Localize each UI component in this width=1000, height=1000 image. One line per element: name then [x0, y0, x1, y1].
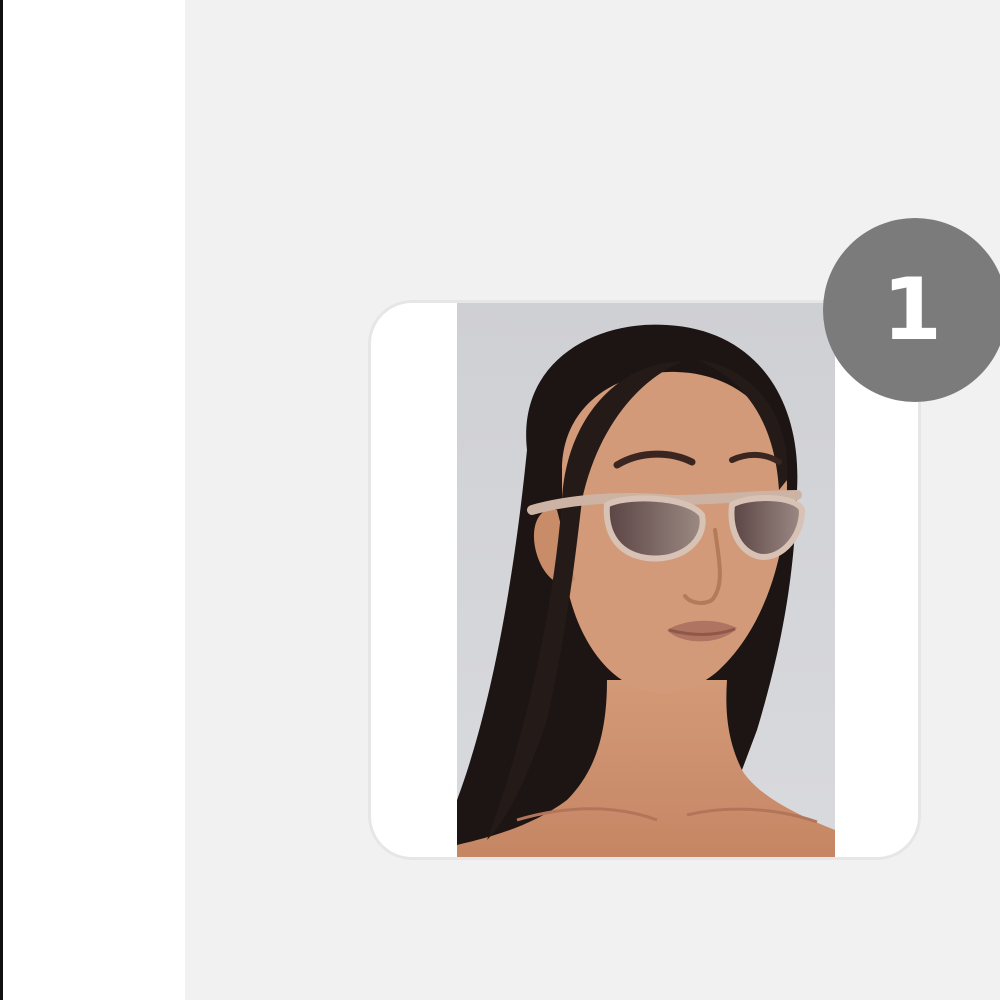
product-thumbnail-card[interactable]: [368, 300, 921, 860]
left-panel: [3, 0, 185, 1000]
app-frame: 1: [0, 0, 1000, 1000]
count-badge: 1: [823, 218, 1000, 402]
product-photo: [457, 303, 835, 857]
